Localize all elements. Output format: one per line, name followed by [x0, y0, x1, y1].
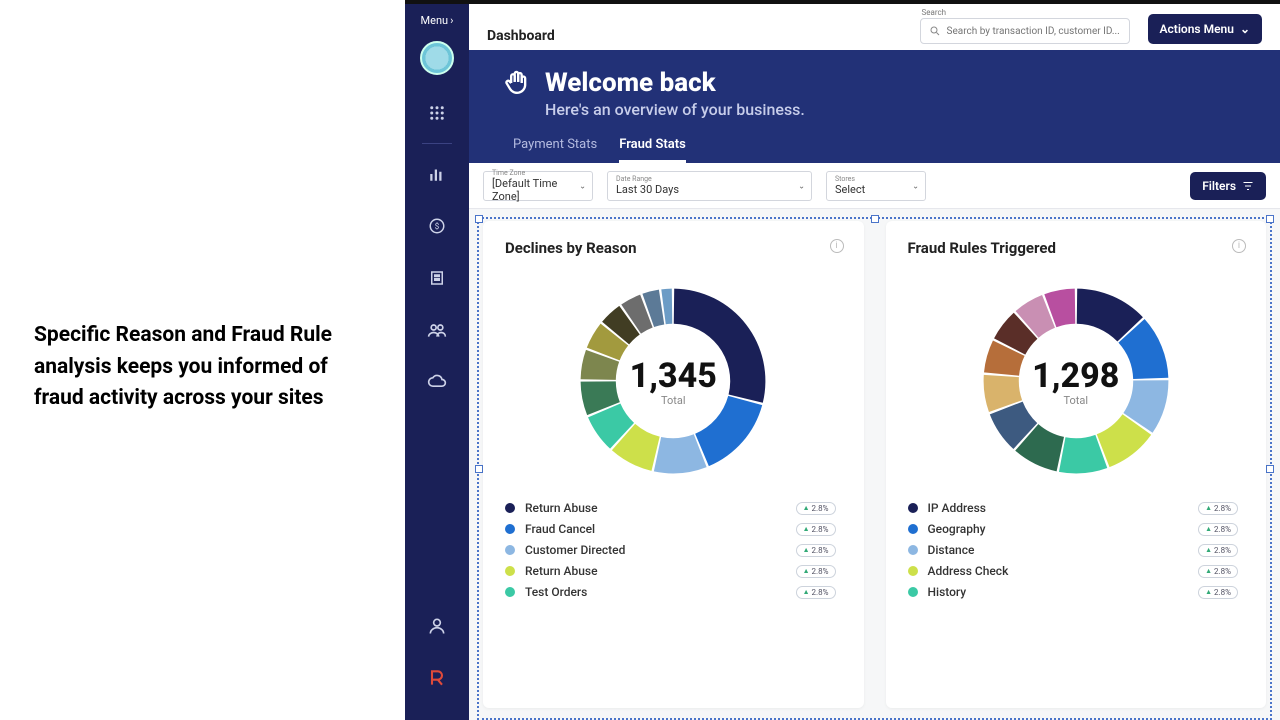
legend-row[interactable]: Fraud Cancel ▲2.8%: [505, 522, 836, 536]
legend: Return Abuse▲2.8%Fraud Cancel▲2.8%Custom…: [505, 501, 842, 599]
wave-hand-icon: [503, 69, 531, 97]
search-input[interactable]: [920, 18, 1130, 44]
selector-label: Time Zone: [492, 169, 584, 177]
delta-pill: ▲2.8%: [796, 502, 836, 515]
info-icon[interactable]: i: [1232, 239, 1246, 253]
selector-value: Last 30 Days: [616, 183, 803, 196]
page-title: Dashboard: [487, 28, 555, 44]
legend-name: Customer Directed: [525, 543, 786, 557]
legend-name: History: [928, 585, 1189, 599]
building-icon[interactable]: [425, 266, 449, 290]
cloud-icon[interactable]: [425, 370, 449, 394]
hero: Welcome back Here's an overview of your …: [469, 50, 1280, 163]
legend-name: Fraud Cancel: [525, 522, 786, 536]
legend-dot: [908, 503, 918, 513]
filters-bar: Time Zone [Default Time Zone] ⌄ Date Ran…: [469, 163, 1280, 209]
chevron-down-icon: ⌄: [798, 181, 805, 190]
legend-row[interactable]: Geography ▲2.8%: [908, 522, 1239, 536]
legend-row[interactable]: Customer Directed ▲2.8%: [505, 543, 836, 557]
delta-pill: ▲2.8%: [1198, 502, 1238, 515]
topbar: Dashboard Search Actions Menu ⌄: [469, 4, 1280, 50]
legend-dot: [908, 524, 918, 534]
logo-r-icon[interactable]: [425, 666, 449, 690]
users-icon[interactable]: [425, 318, 449, 342]
legend-row[interactable]: History ▲2.8%: [908, 585, 1239, 599]
legend-name: Address Check: [928, 564, 1189, 578]
search-icon: [929, 25, 941, 37]
legend-row[interactable]: Return Abuse ▲2.8%: [505, 564, 836, 578]
legend-row[interactable]: IP Address ▲2.8%: [908, 501, 1239, 515]
legend-dot: [505, 545, 515, 555]
hero-title: Welcome back: [545, 68, 716, 98]
stores-selector[interactable]: Stores Select ⌄: [826, 171, 926, 201]
legend: IP Address ▲2.8% Geography ▲2.8% Distance ▲2.…: [908, 501, 1245, 599]
legend-name: Geography: [928, 522, 1189, 536]
divider: [422, 143, 452, 144]
account-icon[interactable]: [425, 614, 449, 638]
svg-text:$: $: [435, 221, 440, 232]
selector-value: [Default Time Zone]: [492, 177, 584, 203]
avatar[interactable]: [420, 41, 454, 75]
chevron-down-icon: ⌄: [912, 181, 919, 190]
legend-row[interactable]: Address Check ▲2.8%: [908, 564, 1239, 578]
donut-total-value: 1,298: [1032, 356, 1119, 396]
legend-dot: [505, 566, 515, 576]
filters-button[interactable]: Filters: [1190, 172, 1266, 200]
chevron-right-icon: ›: [450, 14, 453, 27]
marketing-caption: Specific Reason and Fraud Rule analysis …: [34, 320, 334, 415]
filter-icon: [1242, 180, 1254, 192]
actions-menu-button[interactable]: Actions Menu ⌄: [1148, 14, 1262, 44]
tabs: Payment Stats Fraud Stats: [513, 137, 1246, 163]
donut-total-value: 1,345: [630, 356, 717, 396]
main: Dashboard Search Actions Menu ⌄ Welcome …: [469, 4, 1280, 720]
currency-icon[interactable]: $: [425, 214, 449, 238]
legend-dot: [505, 524, 515, 534]
legend-name: Return Abuse: [525, 501, 786, 515]
card-declines-by-reason: Declines by Reason i 1,345 Total Return …: [483, 221, 864, 708]
menu-expand-button[interactable]: Menu›: [421, 14, 454, 27]
daterange-selector[interactable]: Date Range Last 30 Days ⌄: [607, 171, 812, 201]
selector-label: Date Range: [616, 175, 803, 183]
legend-dot: [908, 587, 918, 597]
legend-row[interactable]: Distance ▲2.8%: [908, 543, 1239, 557]
info-icon[interactable]: i: [830, 239, 844, 253]
delta-pill: ▲2.8%: [1198, 523, 1238, 536]
search-field[interactable]: [947, 26, 1121, 37]
legend-name: IP Address: [928, 501, 1189, 515]
card-title: Declines by Reason: [505, 239, 842, 257]
legend-dot: [908, 545, 918, 555]
delta-pill: ▲2.8%: [796, 565, 836, 578]
legend-dot: [505, 587, 515, 597]
app-frame: Menu› $ Dashboard Search Actions Me: [405, 0, 1280, 720]
sidebar: Menu› $: [405, 4, 469, 720]
hero-subtitle: Here's an overview of your business.: [545, 100, 1246, 119]
content: Declines by Reason i 1,345 Total Return …: [469, 209, 1280, 720]
delta-pill: ▲2.8%: [1198, 544, 1238, 557]
grid-icon[interactable]: [425, 101, 449, 125]
chevron-down-icon: ⌄: [1240, 22, 1250, 36]
legend-row[interactable]: Return Abuse ▲2.8%: [505, 501, 836, 515]
card-fraud-rules-triggered: Fraud Rules Triggered i 1,298 Total IP A…: [886, 221, 1267, 708]
tab-fraud-stats[interactable]: Fraud Stats: [619, 137, 686, 163]
legend-row[interactable]: Test Orders ▲2.8%: [505, 585, 836, 599]
legend-dot: [505, 503, 515, 513]
tab-payment-stats[interactable]: Payment Stats: [513, 137, 597, 163]
search-label: Search: [922, 8, 1130, 17]
chevron-down-icon: ⌄: [579, 181, 586, 190]
card-title: Fraud Rules Triggered: [908, 239, 1245, 257]
delta-pill: ▲2.8%: [796, 544, 836, 557]
delta-pill: ▲2.8%: [796, 523, 836, 536]
legend-name: Return Abuse: [525, 564, 786, 578]
selector-label: Stores: [835, 175, 917, 183]
delta-pill: ▲2.8%: [1198, 586, 1238, 599]
legend-dot: [908, 566, 918, 576]
delta-pill: ▲2.8%: [796, 586, 836, 599]
legend-name: Test Orders: [525, 585, 786, 599]
delta-pill: ▲2.8%: [1198, 565, 1238, 578]
legend-name: Distance: [928, 543, 1189, 557]
timezone-selector[interactable]: Time Zone [Default Time Zone] ⌄: [483, 171, 593, 201]
selector-value: Select: [835, 183, 917, 196]
chart-icon[interactable]: [425, 162, 449, 186]
